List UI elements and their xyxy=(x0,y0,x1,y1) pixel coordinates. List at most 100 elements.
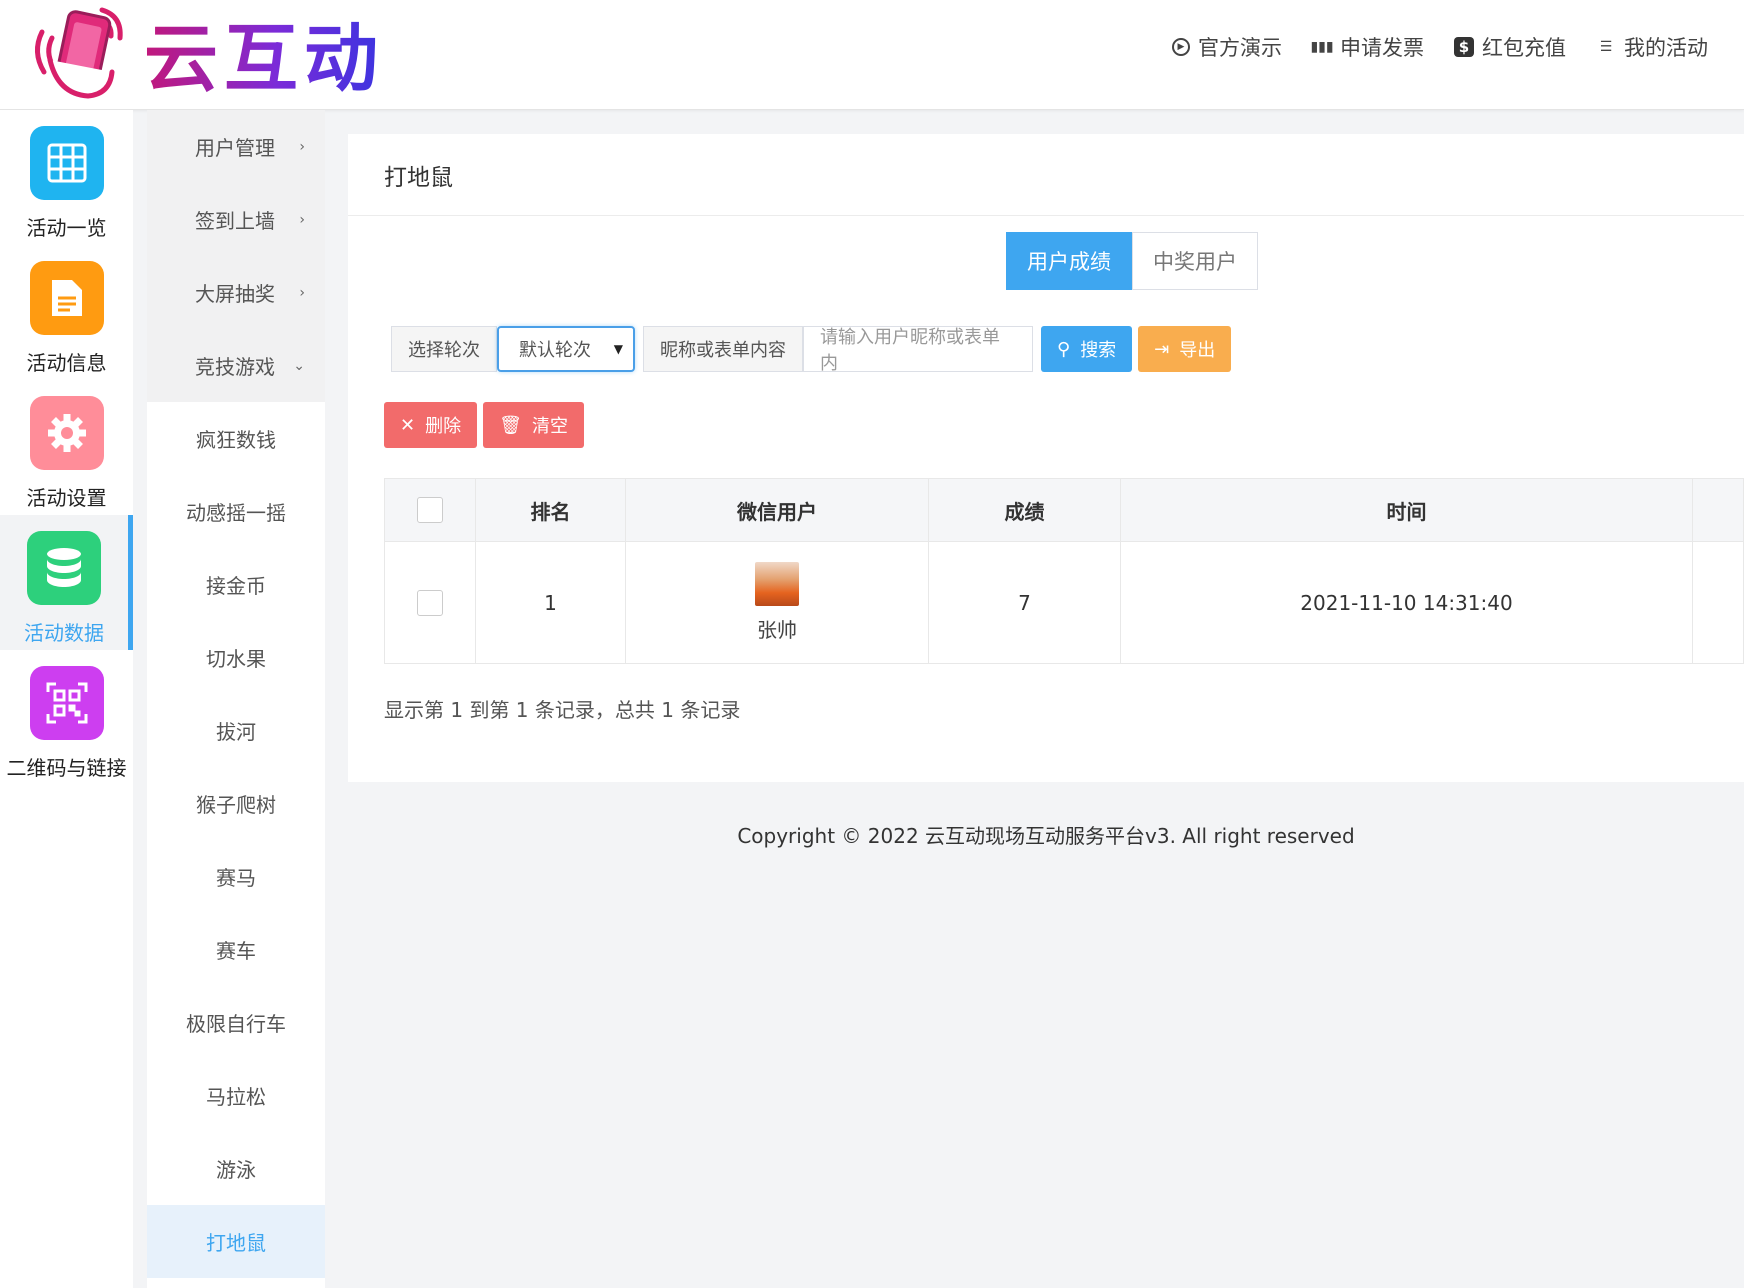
icon-sidebar: 活动一览 活动信息 活动设置 活动数据 二维码与链接 xyxy=(0,110,133,1288)
delete-button[interactable]: ✕ 删除 xyxy=(384,402,478,448)
submenu-game-item[interactable]: 猴子爬树 xyxy=(147,767,325,840)
user-cell: 张帅 xyxy=(625,541,929,664)
topnav-recharge[interactable]: $ 红包充值 xyxy=(1454,32,1566,62)
table-row: 1 张帅 7 2021-11-10 14:31:40 xyxy=(384,541,1744,664)
footer-copyright: Copyright © 2022 云互动现场互动服务平台v3. All righ… xyxy=(737,824,1355,848)
page-title: 打地鼠 xyxy=(348,134,1744,216)
sidebar-item-label: 活动数据 xyxy=(24,621,104,645)
topnav-invoice-label: 申请发票 xyxy=(1340,36,1424,60)
submenu-user-management[interactable]: 用户管理 › xyxy=(147,110,325,183)
row-select-cell xyxy=(384,541,476,664)
submenu-game-item[interactable]: 动感摇一摇 xyxy=(147,475,325,548)
submenu-game-item[interactable]: 拔河 xyxy=(147,694,325,767)
table-header-row: 排名 微信用户 成绩 时间 xyxy=(384,478,1744,542)
delete-button-label: 删除 xyxy=(425,416,462,437)
submenu-game-item[interactable]: 极限自行车 xyxy=(147,986,325,1059)
rank-cell: 1 xyxy=(475,541,626,664)
sub-menu: 用户管理 › 签到上墙 › 大屏抽奖 › 竞技游戏 ⌄ 疯狂数钱 动感摇一摇 接金币 切… xyxy=(147,110,325,1288)
barcode-icon: ▮▮▮ xyxy=(1310,39,1334,55)
filter-bar: 选择轮次 默认轮次 ▼ 昵称或表单内容 请输入用户昵称或表单内 ⚲ 搜索 ⇥ 导… xyxy=(391,326,1232,374)
topnav-invoice[interactable]: ▮▮▮ 申请发票 xyxy=(1310,32,1424,62)
gear-icon xyxy=(29,396,104,470)
user-nickname: 张帅 xyxy=(757,618,797,642)
avatar xyxy=(755,562,799,606)
submenu-parent-group: 用户管理 › 签到上墙 › 大屏抽奖 › 竞技游戏 ⌄ xyxy=(147,110,325,402)
top-nav: ▶ 官方演示 ▮▮▮ 申请发票 $ 红包充值 ☰ 我的活动 xyxy=(1172,32,1708,62)
export-icon: ⇥ xyxy=(1154,338,1170,360)
column-header: 微信用户 xyxy=(625,478,929,542)
topnav-demo[interactable]: ▶ 官方演示 xyxy=(1172,32,1282,62)
keyword-label: 昵称或表单内容 xyxy=(643,326,803,372)
submenu-game-item[interactable]: 疯狂数钱 xyxy=(147,402,325,475)
round-select-value: 默认轮次 xyxy=(519,340,591,361)
score-cell: 7 xyxy=(928,541,1121,664)
submenu-game-item[interactable]: 接金币 xyxy=(147,548,325,621)
row-checkbox[interactable] xyxy=(417,589,443,616)
topnav-my-activities-label: 我的活动 xyxy=(1624,36,1708,60)
document-icon xyxy=(29,261,104,335)
submenu-game-item[interactable]: 马拉松 xyxy=(147,1059,325,1132)
sidebar-item-label: 活动信息 xyxy=(26,351,107,375)
search-button[interactable]: ⚲ 搜索 xyxy=(1041,326,1133,372)
sidebar-item-settings[interactable]: 活动设置 xyxy=(0,380,133,515)
submenu-games[interactable]: 竞技游戏 ⌄ xyxy=(147,329,325,402)
chevron-right-icon: › xyxy=(299,211,305,228)
sidebar-item-data[interactable]: 活动数据 xyxy=(0,515,133,650)
topnav-recharge-label: 红包充值 xyxy=(1482,36,1566,60)
sidebar-item-qrcode[interactable]: 二维码与链接 xyxy=(0,650,133,785)
column-header-extra xyxy=(1692,478,1744,542)
submenu-game-item-active[interactable]: 打地鼠 xyxy=(147,1205,325,1278)
brand-logo[interactable]: 云互动 xyxy=(28,2,384,102)
export-button[interactable]: ⇥ 导出 xyxy=(1138,326,1232,372)
select-all-checkbox[interactable] xyxy=(417,497,443,523)
keyword-input[interactable]: 请输入用户昵称或表单内 xyxy=(803,326,1033,374)
clear-button-label: 清空 xyxy=(531,416,568,437)
trash-icon: 🗑 xyxy=(499,414,522,436)
qrcode-icon xyxy=(29,666,104,740)
sidebar-item-overview[interactable]: 活动一览 xyxy=(0,110,133,245)
chevron-right-icon: › xyxy=(299,138,305,155)
chevron-right-icon: › xyxy=(299,284,305,301)
close-icon: ✕ xyxy=(400,414,416,436)
brand-name: 云互动 xyxy=(144,0,384,106)
tab-user-scores[interactable]: 用户成绩 xyxy=(1006,232,1132,290)
submenu-lottery[interactable]: 大屏抽奖 › xyxy=(147,256,325,329)
sidebar-item-label: 二维码与链接 xyxy=(6,756,127,780)
sidebar-item-info[interactable]: 活动信息 xyxy=(0,245,133,380)
column-header: 排名 xyxy=(475,478,626,542)
dollar-icon: $ xyxy=(1454,37,1474,57)
pagination-info: 显示第 1 到第 1 条记录，总共 1 条记录 xyxy=(384,698,741,722)
submenu-label: 竞技游戏 xyxy=(195,355,275,379)
extra-cell xyxy=(1692,541,1744,664)
header-select-all xyxy=(384,478,476,542)
clear-button[interactable]: 🗑 清空 xyxy=(483,402,584,448)
column-header: 成绩 xyxy=(928,478,1121,542)
submenu-label: 大屏抽奖 xyxy=(195,282,275,306)
topnav-demo-label: 官方演示 xyxy=(1198,36,1282,60)
top-header: 云互动 ▶ 官方演示 ▮▮▮ 申请发票 $ 红包充值 ☰ 我的活动 xyxy=(0,0,1744,110)
search-button-label: 搜索 xyxy=(1080,340,1117,361)
topnav-my-activities[interactable]: ☰ 我的活动 xyxy=(1596,32,1708,62)
play-circle-icon: ▶ xyxy=(1172,38,1190,56)
sidebar-item-label: 活动设置 xyxy=(26,486,107,510)
round-select[interactable]: 默认轮次 ▼ xyxy=(497,326,635,372)
submenu-checkin-wall[interactable]: 签到上墙 › xyxy=(147,183,325,256)
list-icon: ☰ xyxy=(1599,39,1613,55)
action-bar: ✕ 删除 🗑 清空 xyxy=(384,402,584,448)
submenu-game-item[interactable]: 游泳 xyxy=(147,1132,325,1205)
round-label: 选择轮次 xyxy=(391,326,497,372)
sidebar-item-label: 活动一览 xyxy=(26,216,107,240)
scores-table: 排名 微信用户 成绩 时间 1 张帅 7 2021-11-10 14:31:40 xyxy=(384,478,1744,664)
database-icon xyxy=(27,531,101,605)
submenu-game-item[interactable]: 赛车 xyxy=(147,913,325,986)
column-header: 时间 xyxy=(1120,478,1693,542)
tab-winners[interactable]: 中奖用户 xyxy=(1132,232,1258,290)
submenu-game-item[interactable]: 赛马 xyxy=(147,840,325,913)
grid-icon xyxy=(29,126,104,200)
submenu-game-item[interactable]: 切水果 xyxy=(147,621,325,694)
submenu-label: 签到上墙 xyxy=(195,209,275,233)
time-cell: 2021-11-10 14:31:40 xyxy=(1120,541,1693,664)
search-icon: ⚲ xyxy=(1057,338,1071,360)
export-button-label: 导出 xyxy=(1179,340,1216,361)
submenu-label: 用户管理 xyxy=(195,136,275,160)
